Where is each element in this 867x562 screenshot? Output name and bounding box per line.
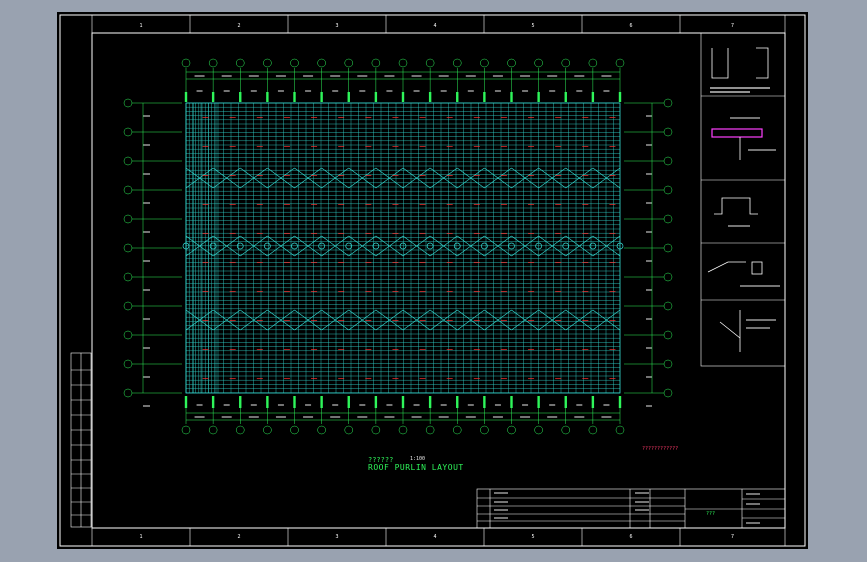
- column-marker-top: [374, 92, 378, 102]
- column-marker-top: [266, 92, 269, 102]
- project-label: ???: [706, 511, 716, 517]
- column-marker-bottom: [211, 396, 215, 408]
- zone-number-top: 7: [731, 23, 734, 29]
- zone-number-bottom: 4: [433, 534, 436, 540]
- column-marker-bottom: [456, 396, 459, 408]
- column-marker-top: [239, 92, 242, 102]
- column-marker-bottom: [347, 396, 350, 408]
- column-marker-bottom: [239, 396, 242, 408]
- zone-number-top: 6: [629, 23, 632, 29]
- zone-number-bottom: 1: [139, 534, 142, 540]
- column-marker-top: [456, 92, 459, 102]
- column-marker-bottom: [537, 396, 540, 408]
- zone-number-top: 1: [139, 23, 142, 29]
- zone-number-bottom: 3: [335, 534, 338, 540]
- column-marker-bottom: [266, 396, 269, 408]
- drawing-title-english: ROOF PURLIN LAYOUT: [368, 463, 464, 472]
- cad-viewport[interactable]: 1 1 2 2 3 3 4 4 5 5 6 6 7 7 ?????? ROOF PURLIN LAYOUT…: [0, 0, 867, 562]
- column-marker-bottom: [320, 396, 323, 408]
- column-marker-top: [293, 92, 296, 102]
- column-marker-bottom: [401, 396, 405, 408]
- column-marker-top: [401, 92, 405, 102]
- zone-number-bottom: 5: [531, 534, 534, 540]
- zone-number-bottom: 7: [731, 534, 734, 540]
- column-marker-top: [211, 92, 215, 102]
- column-marker-top: [564, 92, 567, 102]
- column-marker-top: [537, 92, 540, 102]
- column-marker-bottom: [374, 396, 378, 408]
- zone-number-bottom: 6: [629, 534, 632, 540]
- column-marker-top: [618, 92, 622, 102]
- column-marker-top: [428, 92, 432, 102]
- column-marker-bottom: [618, 396, 622, 408]
- column-marker-bottom: [510, 396, 513, 408]
- zone-number-top: 2: [237, 23, 240, 29]
- column-marker-top: [184, 92, 188, 102]
- column-marker-bottom: [483, 396, 486, 408]
- column-marker-top: [320, 92, 323, 102]
- column-marker-bottom: [184, 396, 188, 408]
- column-marker-bottom: [564, 396, 567, 408]
- zone-number-bottom: 2: [237, 534, 240, 540]
- cad-drawing-sheet: 1 1 2 2 3 3 4 4 5 5 6 6 7 7: [57, 12, 808, 549]
- zone-number-top: 5: [531, 23, 534, 29]
- column-marker-bottom: [293, 396, 296, 408]
- drawing-note: ????????????: [642, 446, 679, 452]
- column-marker-bottom: [591, 396, 595, 408]
- column-marker-top: [347, 92, 350, 102]
- column-marker-top: [483, 92, 486, 102]
- zone-number-top: 4: [433, 23, 436, 29]
- column-marker-top: [591, 92, 595, 102]
- column-marker-bottom: [428, 396, 432, 408]
- drawing-scale: 1:100: [410, 456, 426, 462]
- zone-number-top: 3: [335, 23, 338, 29]
- column-marker-top: [510, 92, 513, 102]
